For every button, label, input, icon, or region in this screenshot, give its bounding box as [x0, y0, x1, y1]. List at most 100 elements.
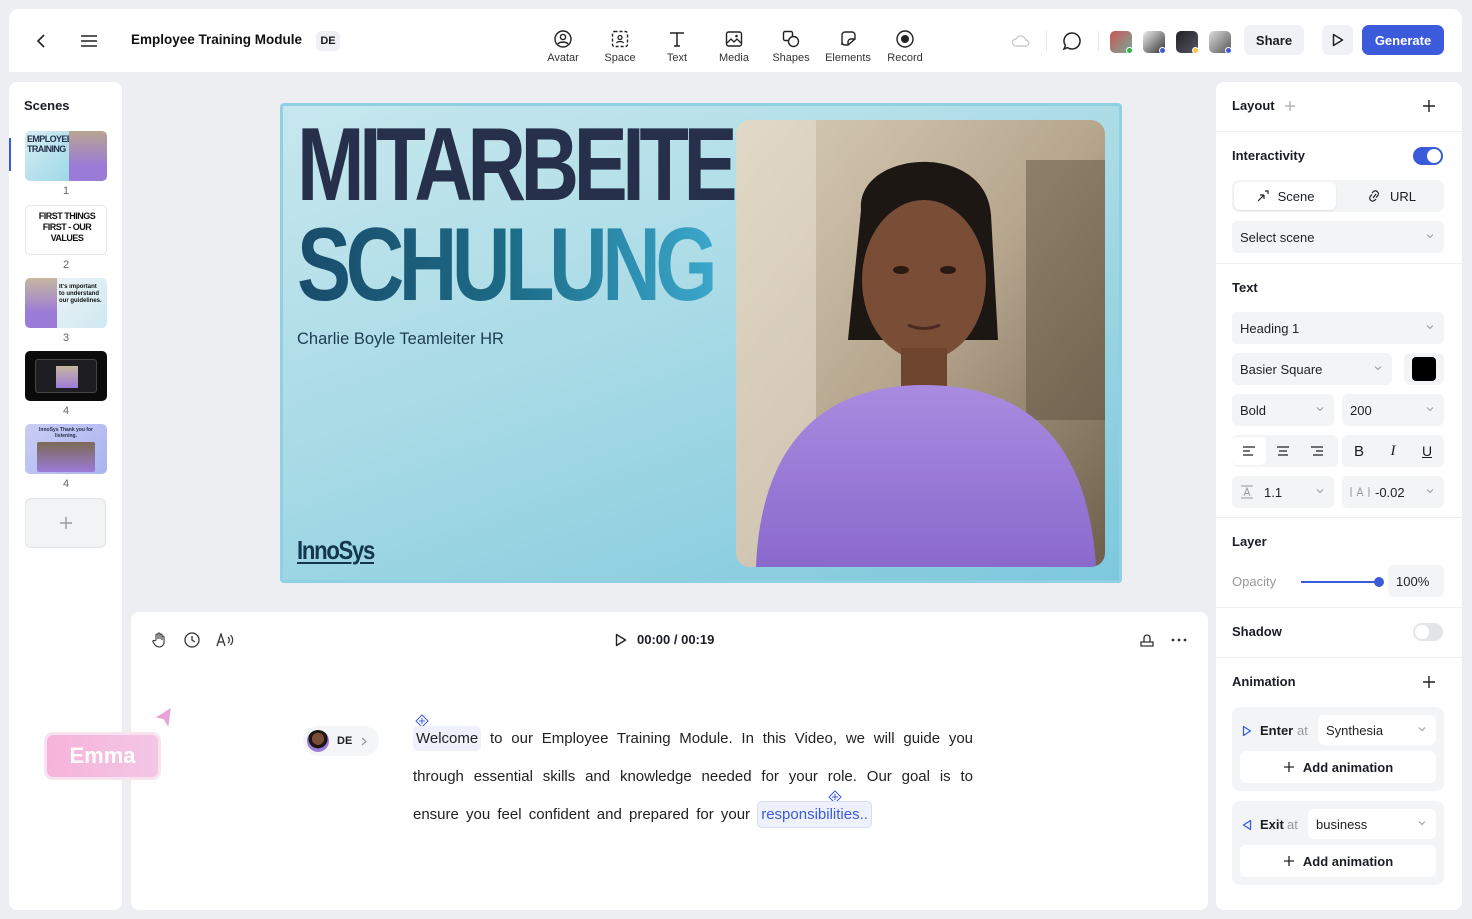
headline-line-1[interactable]: MITARBEITER-	[297, 113, 812, 217]
font-weight-value: Bold	[1240, 402, 1267, 418]
line-height-field[interactable]: 1.1	[1232, 476, 1334, 508]
enter-label: Enter	[1260, 723, 1294, 738]
underline-icon: U	[1421, 443, 1433, 459]
add-layout-icon[interactable]	[1422, 99, 1436, 113]
line-height-value: 1.1	[1264, 484, 1283, 500]
tool-text[interactable]: Text	[649, 30, 705, 64]
script-panel: 00:00 / 00:19 DE Welcome to our Employee…	[131, 612, 1208, 910]
enter-icon	[1242, 725, 1252, 737]
divider	[1216, 657, 1462, 658]
share-button[interactable]: Share	[1244, 25, 1304, 55]
scene-thumbnail[interactable]: FIRST THINGS FIRST - OUR VALUES	[25, 205, 107, 255]
enter-trigger-dropdown[interactable]: Synthesia	[1318, 715, 1436, 745]
headline-line-2[interactable]: SCHULUNG	[297, 213, 718, 317]
select-scene-dropdown[interactable]: Select scene	[1232, 221, 1444, 253]
font-size-dropdown[interactable]: 200	[1342, 394, 1444, 426]
text-align-group	[1232, 435, 1338, 467]
exit-trigger-dropdown[interactable]: business	[1308, 809, 1436, 839]
preview-button[interactable]	[1322, 25, 1353, 55]
script-first-word[interactable]: Welcome	[413, 726, 482, 751]
scene-link-icon	[1257, 190, 1269, 202]
scene-thumb-text: FIRST THINGS FIRST - OUR VALUES	[38, 211, 96, 243]
presenter-subtitle[interactable]: Charlie Boyle Teamleiter HR	[297, 330, 504, 349]
chevron-down-icon	[1418, 727, 1426, 732]
tool-avatar[interactable]: Avatar	[535, 30, 591, 64]
plus-icon[interactable]	[1284, 100, 1296, 112]
tool-record-label: Record	[887, 52, 923, 64]
more-options-icon[interactable]	[1169, 631, 1189, 649]
plus-icon	[59, 517, 72, 529]
script-body[interactable]: to our Employee Training Module. In this…	[413, 730, 973, 823]
clock-icon[interactable]	[183, 631, 201, 649]
avatar-video[interactable]	[736, 120, 1105, 567]
exit-label: Exit	[1260, 817, 1284, 832]
avatar-portrait	[736, 120, 1105, 567]
avatar-image	[37, 442, 95, 472]
speaker-selector[interactable]: DE	[303, 726, 379, 756]
add-enter-animation-button[interactable]: Add animation	[1240, 751, 1436, 783]
exit-animation-card: Exit at business Add animation	[1232, 801, 1444, 885]
brand-logo[interactable]: InnoSys	[297, 535, 375, 566]
italic-button[interactable]: I	[1376, 437, 1410, 465]
tool-media[interactable]: Media	[706, 30, 762, 64]
tool-space[interactable]: Space	[592, 30, 648, 64]
letter-spacing-field[interactable]: -0.02	[1342, 476, 1444, 508]
align-center-button[interactable]	[1266, 437, 1300, 465]
scene-thumbnail[interactable]: EMPLOYEE TRAINING	[25, 131, 107, 181]
scene-number: 2	[62, 259, 70, 271]
opacity-slider-track[interactable]	[1301, 577, 1384, 587]
font-family-dropdown[interactable]: Basier Square	[1232, 353, 1392, 385]
chevron-right-icon	[361, 737, 368, 745]
align-right-button[interactable]	[1300, 437, 1334, 465]
scene-thumbnail[interactable]: It's important to understand our guideli…	[25, 278, 107, 328]
segment-scene[interactable]: Scene	[1234, 182, 1336, 210]
cursor-pointer-icon	[152, 705, 173, 731]
language-badge[interactable]: DE	[316, 31, 340, 51]
segment-scene-label: Scene	[1277, 188, 1315, 204]
tool-text-label: Text	[666, 52, 688, 64]
script-text[interactable]: Welcome to our Employee Training Module.…	[413, 720, 973, 834]
script-last-word[interactable]: responsibilities..	[757, 801, 872, 828]
comment-icon[interactable]	[1061, 30, 1083, 52]
add-exit-animation-button[interactable]: Add animation	[1240, 845, 1436, 877]
eraser-icon[interactable]	[1137, 631, 1157, 649]
align-left-button[interactable]	[1232, 437, 1266, 465]
text-color-swatch[interactable]	[1404, 353, 1444, 385]
speaker-language: DE	[337, 735, 353, 747]
scene-canvas[interactable]: MITARBEITER- SCHULUNG Charlie Boyle Team…	[280, 103, 1122, 583]
voice-icon[interactable]	[215, 631, 235, 649]
scene-thumbnail[interactable]: InnoSys Thank you for listening.	[25, 424, 107, 474]
tool-elements[interactable]: Elements	[820, 30, 876, 64]
cloud-sync-icon[interactable]	[1011, 31, 1031, 51]
align-left-icon	[1243, 446, 1255, 456]
opacity-input[interactable]: 100%	[1388, 565, 1444, 597]
italic-icon: I	[1390, 442, 1396, 459]
play-icon[interactable]	[613, 631, 629, 649]
avatar-image	[56, 366, 78, 388]
back-icon[interactable]	[31, 31, 51, 51]
menu-icon[interactable]	[79, 31, 99, 51]
add-scene-button[interactable]	[25, 498, 106, 548]
hand-gesture-icon[interactable]	[150, 631, 168, 649]
top-bar: Employee Training Module DE Avatar Space…	[9, 9, 1462, 72]
add-animation-label: Add animation	[1302, 853, 1394, 869]
elements-icon	[841, 31, 856, 46]
tool-record[interactable]: Record	[877, 30, 933, 64]
generate-button[interactable]: Generate	[1362, 25, 1444, 55]
segment-url[interactable]: URL	[1340, 182, 1442, 210]
text-style-dropdown[interactable]: Heading 1	[1232, 312, 1444, 344]
interactivity-toggle[interactable]	[1413, 147, 1443, 165]
text-icon	[670, 32, 684, 47]
project-title[interactable]: Employee Training Module	[131, 32, 302, 47]
tool-shapes[interactable]: Shapes	[763, 30, 819, 64]
space-icon	[611, 30, 629, 48]
opacity-slider-handle[interactable]	[1374, 577, 1384, 587]
bold-button[interactable]: B	[1342, 437, 1376, 465]
media-icon	[725, 31, 743, 47]
underline-button[interactable]: U	[1410, 437, 1444, 465]
chevron-down-icon	[1316, 489, 1324, 494]
font-weight-dropdown[interactable]: Bold	[1232, 394, 1334, 426]
scene-thumbnail[interactable]	[25, 351, 107, 401]
add-animation-icon[interactable]	[1422, 675, 1436, 689]
shadow-toggle[interactable]	[1413, 623, 1443, 641]
